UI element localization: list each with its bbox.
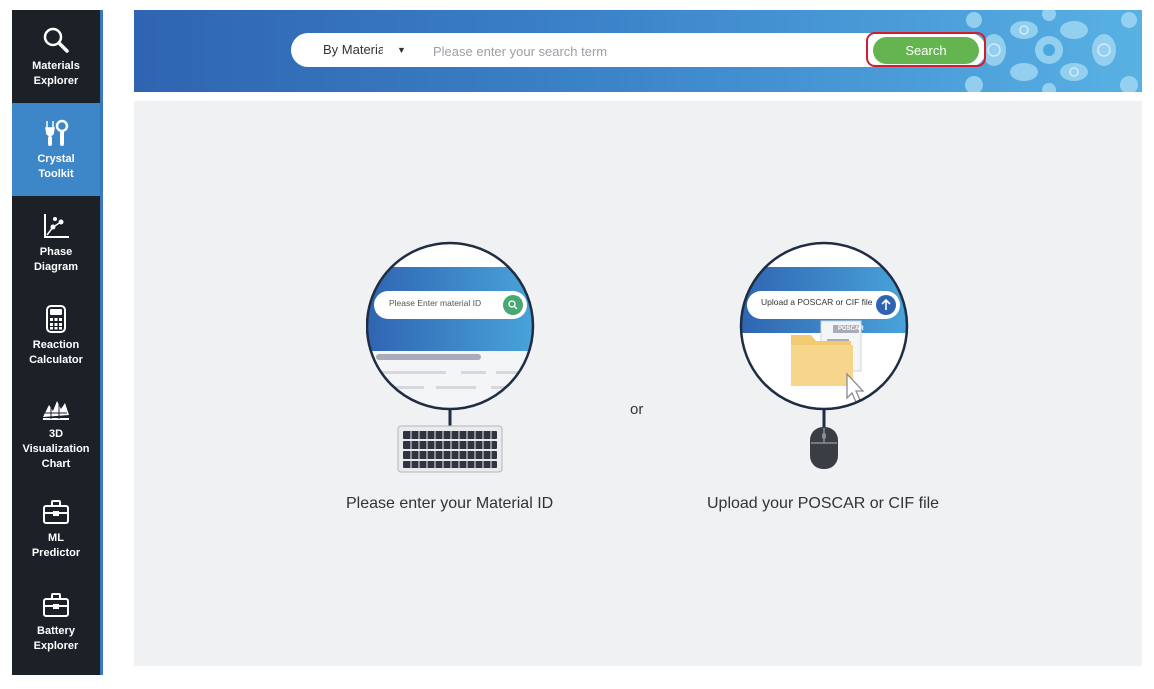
search-header: By Materia ▼ Search xyxy=(134,10,1142,92)
magnifier-icon xyxy=(41,25,71,55)
search-mode-select[interactable]: By Materia xyxy=(323,33,383,67)
sidebar-item-reaction-calculator[interactable]: Reaction Calculator xyxy=(12,289,100,382)
upload-input-label: Upload a POSCAR or CIF file xyxy=(761,297,873,307)
sidebar-item-phase-diagram[interactable]: Phase Diagram xyxy=(12,196,100,289)
caret-down-icon[interactable]: ▼ xyxy=(397,33,406,67)
3d-chart-icon xyxy=(41,393,71,423)
material-id-caption: Please enter your Material ID xyxy=(346,495,554,512)
material-id-illustration xyxy=(366,241,535,473)
sidebar-item-battery-explorer[interactable]: Battery Explorer xyxy=(12,575,100,668)
sidebar-item-label: Crystal Toolkit xyxy=(37,152,75,180)
material-id-input-placeholder: Please Enter material ID xyxy=(389,298,482,308)
sidebar-item-label: Battery Explorer xyxy=(33,624,79,652)
main-content: Please Enter material ID Please enter yo… xyxy=(134,101,1142,666)
sidebar-item-label: 3D Visualization Chart xyxy=(22,427,90,470)
or-separator: or xyxy=(630,401,644,418)
poscar-file-tag: POSCAR xyxy=(838,326,864,332)
sidebar-item-label: Materials Explorer xyxy=(32,59,80,87)
tools-icon xyxy=(41,118,71,148)
toolbox-icon xyxy=(41,590,71,620)
sidebar-nav: Materials Explorer Crystal Toolkit Phase… xyxy=(12,10,103,675)
calculator-icon xyxy=(41,304,71,334)
search-button[interactable]: Search xyxy=(873,37,979,64)
sidebar-item-label: ML Predictor xyxy=(31,531,81,559)
sidebar-item-label: Reaction Calculator xyxy=(29,338,83,366)
upload-caption: Upload your POSCAR or CIF file xyxy=(707,495,940,512)
sidebar-item-3d-visualization-chart[interactable]: 3D Visualization Chart xyxy=(12,382,100,482)
sidebar-item-crystal-toolkit[interactable]: Crystal Toolkit xyxy=(12,103,100,196)
sidebar-item-label: Phase Diagram xyxy=(33,245,79,273)
toolbox-icon xyxy=(41,497,71,527)
sidebar-item-materials-explorer[interactable]: Materials Explorer xyxy=(12,10,100,103)
sidebar-item-ml-predictor[interactable]: ML Predictor xyxy=(12,482,100,575)
phase-diagram-icon xyxy=(41,211,71,241)
search-input[interactable] xyxy=(431,40,855,62)
upload-file-illustration xyxy=(739,241,909,469)
